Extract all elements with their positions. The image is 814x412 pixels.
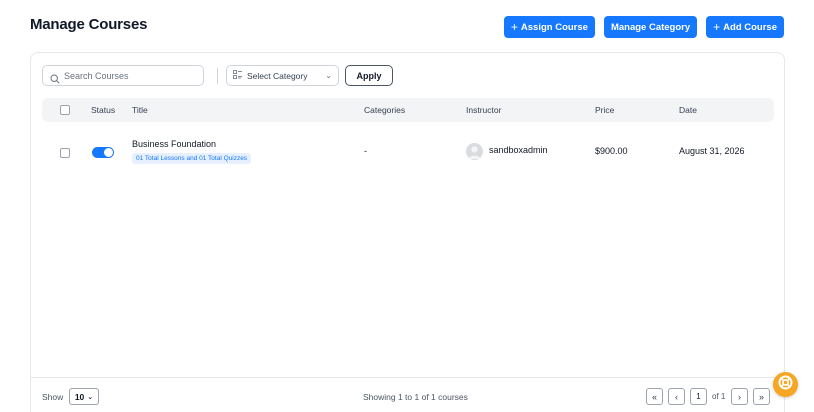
header-instructor: Instructor <box>466 105 502 115</box>
course-categories: - <box>364 146 367 156</box>
header-categories: Categories <box>364 105 406 115</box>
page-of-total: of 1 <box>712 392 726 401</box>
instructor-name: sandboxadmin <box>489 145 548 155</box>
per-page-value: 10 <box>74 391 85 402</box>
footer-divider <box>31 377 786 378</box>
add-course-label: Add Course <box>723 21 777 33</box>
course-date: August 31, 2026 <box>679 146 745 156</box>
chevron-down-icon: ⌄ <box>325 71 332 80</box>
page-number-input[interactable]: 1 <box>690 388 707 405</box>
header-status: Status <box>91 105 116 115</box>
table-header: Status Title Categories Instructor Price… <box>42 98 774 122</box>
assign-course-label: Assign Course <box>520 21 588 33</box>
chevron-down-icon: ⌄ <box>87 393 94 401</box>
help-icon <box>778 375 793 395</box>
courses-card: Select Category ⌄ Apply Status Title Cat… <box>30 52 786 412</box>
help-button[interactable] <box>773 372 798 397</box>
per-page-select[interactable]: 10 ⌄ <box>69 388 99 405</box>
avatar <box>466 143 483 160</box>
select-all-checkbox[interactable] <box>60 105 70 115</box>
course-summary-badge: 01 Total Lessons and 01 Total Quizzes <box>132 153 252 164</box>
apply-button[interactable]: Apply <box>345 65 393 86</box>
table-footer: Show 10 ⌄ Showing 1 to 1 of 1 courses « … <box>31 387 786 409</box>
category-select-value: Select Category <box>247 70 308 81</box>
filter-divider <box>217 67 218 84</box>
course-price: $900.00 <box>595 146 628 156</box>
category-select[interactable]: Select Category ⌄ <box>226 65 339 86</box>
assign-course-button[interactable]: + Assign Course <box>503 16 595 38</box>
course-title[interactable]: Business Foundation <box>132 139 216 149</box>
toggle-knob <box>104 148 113 157</box>
manage-category-label: Manage Category <box>610 21 691 33</box>
header-price: Price <box>595 105 615 115</box>
row-checkbox[interactable] <box>60 148 70 158</box>
search-input[interactable] <box>64 70 194 81</box>
search-icon <box>50 71 60 84</box>
status-toggle[interactable] <box>92 147 114 158</box>
show-label: Show <box>42 392 64 402</box>
plus-icon: + <box>713 20 721 34</box>
plus-icon: + <box>510 20 518 34</box>
filter-bar: Select Category ⌄ Apply <box>42 65 393 86</box>
showing-text: Showing 1 to 1 of 1 courses <box>363 392 468 402</box>
prev-page-icon[interactable]: ‹ <box>668 388 685 405</box>
search-box[interactable] <box>42 65 204 86</box>
top-actions: + Assign Course Manage Category + Add Co… <box>503 16 784 38</box>
next-page-icon[interactable]: › <box>731 388 748 405</box>
header-title: Title <box>132 105 148 115</box>
header-date: Date <box>679 105 697 115</box>
last-page-icon[interactable]: » <box>753 388 770 405</box>
table-row: Business Foundation 01 Total Lessons and… <box>42 133 774 173</box>
category-icon <box>233 70 242 81</box>
page-title: Manage Courses <box>30 16 148 33</box>
add-course-button[interactable]: + Add Course <box>706 16 784 38</box>
manage-category-button[interactable]: Manage Category <box>603 16 698 38</box>
first-page-icon[interactable]: « <box>646 388 663 405</box>
